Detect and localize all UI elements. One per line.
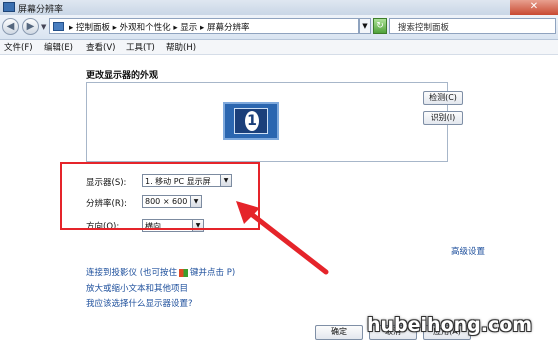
control-panel-icon xyxy=(53,22,64,31)
menu-help[interactable]: 帮助(H) xyxy=(166,41,196,53)
ok-button[interactable]: 确定 xyxy=(315,325,363,340)
display-preview: 1 xyxy=(86,82,448,162)
connect-projector-link[interactable]: 连接到投影仪 (也可按住 键并点击 P) xyxy=(86,266,235,278)
monitor-screen: 1 xyxy=(234,108,268,134)
title-bar: 屏幕分辨率 ✕ xyxy=(0,0,558,15)
watermark: hubeihong.com xyxy=(367,314,533,336)
which-settings-link[interactable]: 我应该选择什么显示器设置? xyxy=(86,297,193,309)
display-icon xyxy=(3,2,15,12)
menu-view[interactable]: 查看(V) xyxy=(86,41,115,53)
windows-logo-icon xyxy=(179,268,189,277)
window-title: 屏幕分辨率 xyxy=(18,5,64,15)
annotation-arrow xyxy=(236,201,329,275)
refresh-button[interactable]: ↻ xyxy=(373,18,387,34)
search-placeholder: 搜索控制面板 xyxy=(398,23,450,33)
connect-projector-text-end: 键并点击 P) xyxy=(190,268,236,278)
connect-projector-text: 连接到投影仪 (也可按住 xyxy=(86,268,178,278)
monitor-icon[interactable]: 1 xyxy=(223,102,279,140)
page-title: 更改显示器的外观 xyxy=(86,71,159,81)
navigation-bar: ◀ ▶ ▼ ▸ 控制面板 ▸ 外观和个性化 ▸ 显示 ▸ 屏幕分辨率 ▼ ↻ 搜… xyxy=(0,15,558,40)
breadcrumb[interactable]: ▸ 控制面板 ▸ 外观和个性化 ▸ 显示 ▸ 屏幕分辨率 xyxy=(69,21,249,33)
search-input[interactable]: 搜索控制面板 xyxy=(389,18,556,34)
text-size-link[interactable]: 放大或缩小文本和其他项目 xyxy=(86,282,188,294)
address-dropdown-button[interactable]: ▼ xyxy=(359,18,371,34)
detect-button[interactable]: 检测(C) xyxy=(423,91,463,105)
forward-button[interactable]: ▶ xyxy=(22,18,39,35)
menu-edit[interactable]: 编辑(E) xyxy=(44,41,73,53)
identify-button[interactable]: 识别(I) xyxy=(423,111,463,125)
menu-bar: 文件(F) 编辑(E) 查看(V) 工具(T) 帮助(H) xyxy=(0,40,558,55)
back-button[interactable]: ◀ xyxy=(2,18,19,35)
history-dropdown-icon[interactable]: ▼ xyxy=(41,23,46,31)
advanced-settings-link[interactable]: 高级设置 xyxy=(451,245,485,257)
monitor-number: 1 xyxy=(245,111,259,131)
menu-file[interactable]: 文件(F) xyxy=(4,41,33,53)
close-button[interactable]: ✕ xyxy=(510,0,558,15)
address-bar[interactable]: ▸ 控制面板 ▸ 外观和个性化 ▸ 显示 ▸ 屏幕分辨率 xyxy=(49,18,359,34)
menu-tools[interactable]: 工具(T) xyxy=(126,41,155,53)
